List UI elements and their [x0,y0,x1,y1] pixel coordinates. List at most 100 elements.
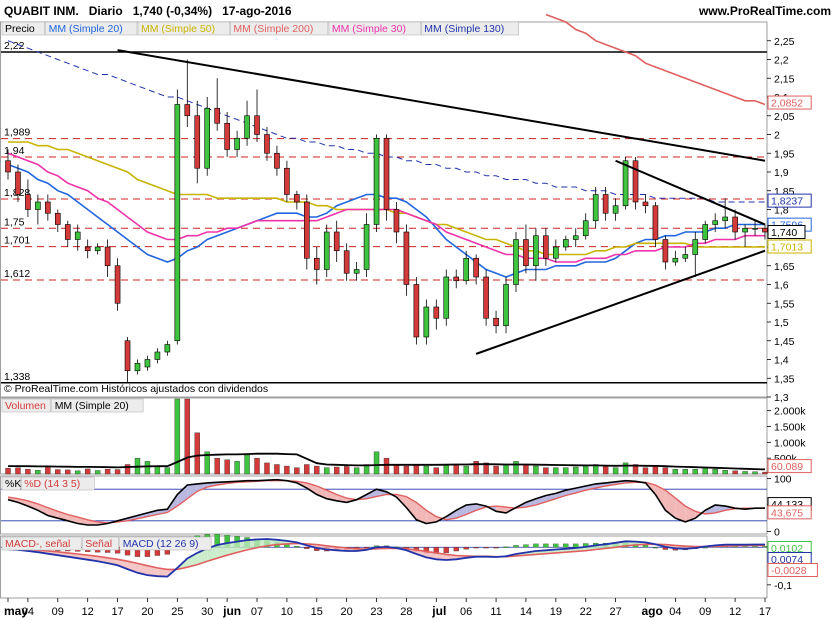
candle-body [204,107,211,169]
x-tick-label: 11 [490,606,501,618]
candle-body [553,246,559,259]
x-tick-label: 17 [759,606,771,618]
macd-histogram-bar [483,547,489,549]
volume-bar [65,469,71,475]
macd-axis-tick-label: -0,1 [774,580,792,592]
volume-bar [55,469,61,475]
volume-bar [563,467,569,475]
candle-body [413,284,420,338]
x-tick-label: 23 [370,606,382,618]
price-axis-tick-label: 1,6 [774,280,789,292]
value-tag-label: 43,675 [771,507,803,519]
macd-histogram-bar [503,546,509,548]
macd-legend-text: Señal [85,538,112,550]
volume-axis-tick-label: 1.500k [774,422,806,434]
volume-bar [114,469,121,475]
candle-body [572,235,579,240]
price-axis-tick-label: 1,45 [774,336,795,348]
candle-body [25,194,31,210]
volume-bar [264,462,270,475]
candle-body [493,317,499,327]
volume-bar [333,466,340,475]
volume-bar [553,467,559,475]
stoch-axis-tick-label: 100 [774,474,792,486]
candle-body [264,134,270,154]
copyright-note: © ProRealTime.com Históricos ajustados c… [4,383,268,395]
volume-bar [712,469,718,475]
price-axis-tick-label: 2,25 [774,36,795,48]
volume-bar [164,467,171,475]
price-level-label: 1,338 [4,371,30,383]
candle-body [274,152,280,169]
candle-body [363,224,370,270]
candle-body [184,104,191,117]
x-tick-label: 20 [341,606,353,618]
volume-bar [413,464,420,475]
candle-body [742,227,748,233]
volume-bar [573,466,579,475]
volume-bar [294,467,300,475]
volume-bar [343,466,350,475]
volume-bar [254,457,260,475]
candle-body [254,115,260,135]
price-axis-tick-label: 1,4 [774,355,789,367]
x-tick-label: 30 [201,606,213,618]
volume-bar [523,464,529,475]
volume-bar [373,451,380,475]
price-level-label: 1,612 [4,268,30,280]
macd-histogram-bar [742,546,748,548]
candle-body [64,224,71,240]
volume-bar [473,461,479,475]
series-line [545,13,766,106]
candle-body [443,276,450,319]
price-axis-tick-label: 1,55 [774,298,795,310]
macd-histogram-bar [752,546,758,548]
candle-body [533,235,539,267]
value-tag-label: 1,8237 [771,196,803,208]
volume-bar [513,461,519,475]
volume-bar [682,469,689,475]
volume-bar [214,457,220,475]
x-tick-label: 10 [281,606,293,618]
macd-histogram-bar [573,543,579,548]
candle-body [612,205,619,214]
price-axis-tick-label: 1,95 [774,148,795,160]
volume-bar [104,469,111,475]
candle-body [503,284,509,327]
stoch-legend-text: %K [5,478,21,490]
candle-body [134,362,141,372]
candle-body [423,306,430,338]
macd-histogram-bar [762,546,768,548]
x-tick-label: 04 [22,606,34,618]
macd-histogram-bar [453,547,459,552]
price-axis-tick-label: 2,15 [774,73,795,85]
volume-bar [154,465,161,475]
candle-body [244,115,250,139]
candle-body [483,276,489,319]
x-tick-label: jun [222,604,241,618]
candle-body [393,209,400,233]
volume-bar [314,465,320,475]
candle-body [702,224,709,240]
macd-histogram-bar [363,547,370,549]
price-level-label: 1,989 [4,127,30,139]
value-tag-label: 60.089 [771,461,803,473]
candle-body [224,122,230,150]
candle-body [463,257,469,282]
volume-bar [433,467,440,475]
x-tick-label: 04 [669,606,681,618]
candle-body [45,201,51,214]
volume-legend-text: MM (Simple 20) [55,400,129,412]
price-legend-text: Precio [5,23,35,35]
trendline [117,49,766,162]
candle-body [602,194,609,214]
candle-body [284,167,290,195]
volume-legend-text: Volumen [5,400,46,412]
price-legend-text: MM (Simple 20) [49,23,123,35]
volume-bar [742,471,748,475]
x-tick-label: 20 [141,606,153,618]
candle-body [543,235,549,259]
volume-bar [702,468,708,475]
candle-body [144,359,151,368]
candle-body [383,137,390,210]
